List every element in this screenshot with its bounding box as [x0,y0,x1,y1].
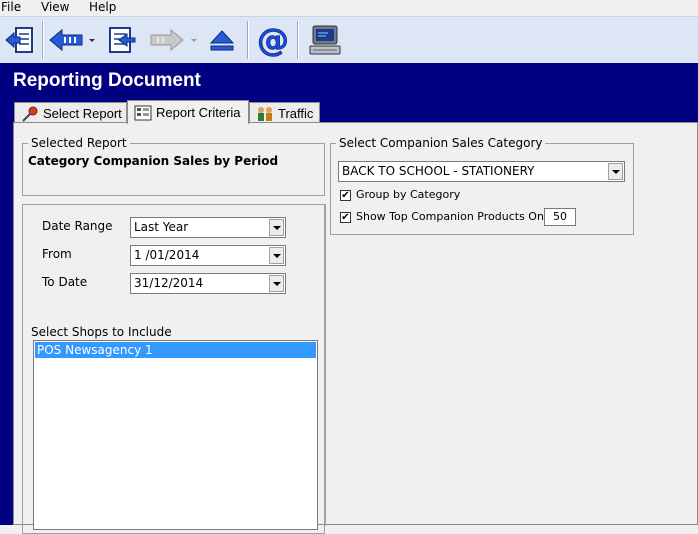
checkmark-icon: ✔ [341,211,350,223]
companion-category-value: BACK TO SCHOOL - STATIONERY [342,164,535,178]
email-button[interactable]: @ [254,23,292,57]
date-range-label: Date Range [42,219,113,233]
shops-label: Select Shops to Include [31,325,172,339]
forward-dropdown-button[interactable] [189,23,199,57]
dropdown-icon [89,38,95,42]
chevron-down-icon [272,225,281,230]
tab-traffic[interactable]: Traffic [249,102,320,124]
top-products-label: Show Top Companion Products Only [356,210,554,223]
tab-label: Report Criteria [156,105,241,120]
dropdown-icon [191,38,197,42]
toolbar-separator [297,21,299,59]
eject-button[interactable] [205,23,239,57]
report-criteria-panel: Selected Report Category Companion Sales… [13,122,698,534]
tab-label: Select Report [43,106,122,121]
menu-view[interactable]: View [41,0,69,14]
svg-text:@: @ [257,23,289,57]
toolbar-separator [247,21,249,59]
report-list-button[interactable] [103,23,139,57]
criteria-icon [134,105,152,121]
from-date-value: 1 /01/2014 [134,248,200,262]
forward-button[interactable] [148,23,186,57]
menu-file-label: File [1,0,22,14]
companion-heading: Select Companion Sales Category [336,136,546,150]
menu-help[interactable]: Help [89,0,116,14]
pin-icon [21,106,39,122]
document-list-icon [109,27,136,53]
date-range-value: Last Year [134,220,189,234]
back-dropdown-button[interactable] [87,23,97,57]
from-label: From [42,247,72,261]
exit-button[interactable] [2,23,38,57]
people-icon [256,106,274,122]
date-range-label-text: Date Range [42,219,113,233]
from-date-picker[interactable]: 1 /01/2014 [130,245,286,266]
selected-report-heading: Selected Report [28,136,130,150]
date-range-dropdown-button[interactable] [269,219,284,236]
list-item[interactable]: POS Newsagency 1 [35,342,316,358]
eject-icon [209,30,235,51]
chevron-down-icon [272,253,281,258]
companion-category-group: Select Companion Sales Category BACK TO … [330,136,634,235]
tab-select-report-label: Select Report [43,106,122,121]
from-date-dropdown-button[interactable] [269,247,284,264]
menu-view-label: View [41,0,70,14]
terminal-button[interactable] [306,23,344,57]
group-by-category-checkbox[interactable]: ✔ [340,190,351,201]
date-range-select[interactable]: Last Year [130,217,286,238]
back-arrow-icon [49,28,83,52]
top-products-count-input[interactable]: 50 [544,208,576,226]
panel-divider [325,204,326,526]
page-title: Reporting Document [13,70,201,91]
to-date-label: To Date [42,275,88,289]
tab-label: Traffic [278,106,314,121]
to-date-dropdown-button[interactable] [269,275,284,292]
selected-report-name: Category Companion Sales by Period [28,154,279,168]
toolbar-separator [42,21,44,59]
tab-select-report[interactable]: Select Report [14,102,127,124]
toolbar: @ [0,16,698,64]
companion-category-dropdown-button[interactable] [608,163,623,180]
group-by-category-label: Group by Category [356,188,461,201]
selected-report-group: Selected Report Category Companion Sales… [22,136,325,196]
menu-file[interactable]: File [1,0,21,14]
back-button[interactable] [47,23,85,57]
tab-report-criteria[interactable]: Report Criteria [127,100,249,124]
criteria-group: Date Range Last Year From 1 /01/2014 To … [22,204,325,534]
terminal-icon [309,25,341,55]
companion-category-select[interactable]: BACK TO SCHOOL - STATIONERY [338,161,625,182]
top-products-checkbox[interactable]: ✔ [340,212,351,223]
shops-listbox[interactable]: POS Newsagency 1 [33,340,318,530]
menu-help-label: Help [89,0,117,14]
checkmark-icon: ✔ [341,189,350,201]
chevron-down-icon [611,169,620,174]
email-at-icon: @ [257,23,290,57]
exit-icon [5,27,33,53]
chevron-down-icon [272,281,281,286]
forward-arrow-icon [150,28,184,52]
to-date-picker[interactable]: 31/12/2014 [130,273,286,294]
menu-bar: File View Help [0,0,698,16]
to-date-value: 31/12/2014 [134,276,204,290]
